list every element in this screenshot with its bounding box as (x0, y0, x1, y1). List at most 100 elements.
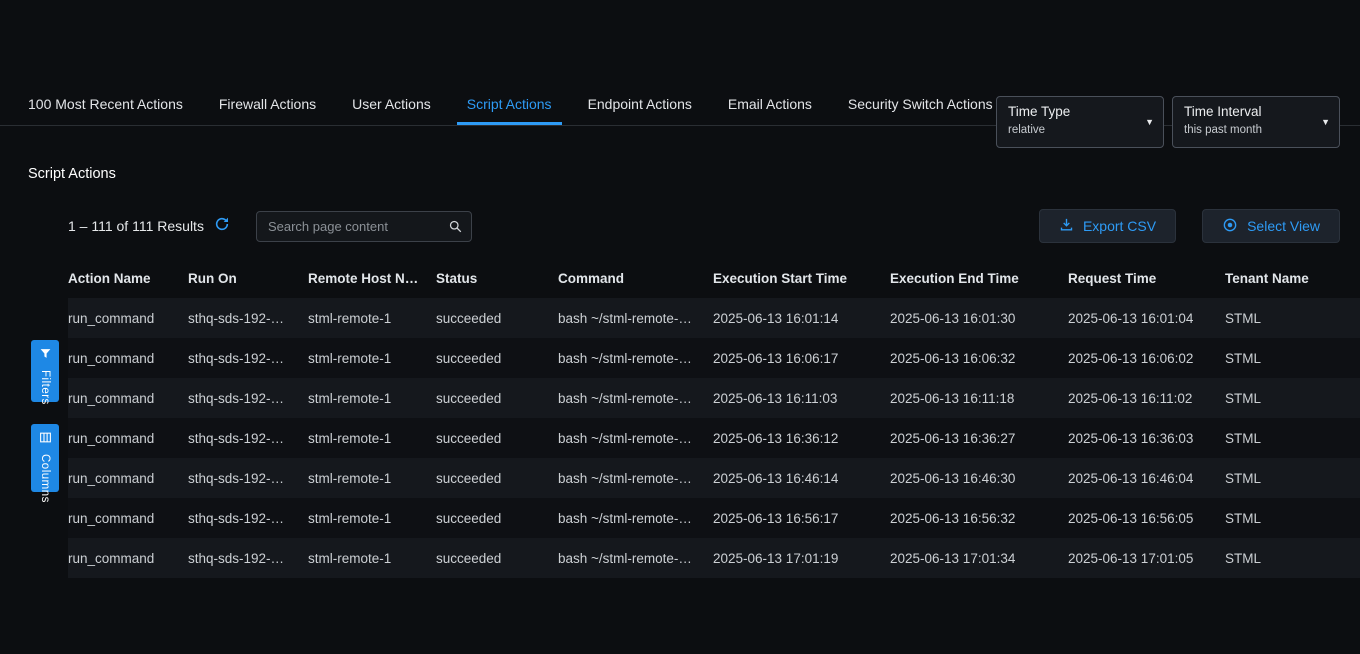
time-controls: Time Type relative ▼ Time Interval this … (996, 96, 1340, 148)
filters-button[interactable]: Filters (31, 340, 59, 402)
table-cell: bash ~/stml-remote-… (558, 551, 713, 566)
search-icon (448, 219, 463, 239)
export-csv-button[interactable]: Export CSV (1039, 209, 1176, 243)
table-cell: sthq-sds-192-… (188, 511, 308, 526)
table-cell: bash ~/stml-remote-… (558, 391, 713, 406)
table-row[interactable]: run_commandsthq-sds-192-…stml-remote-1su… (68, 298, 1360, 338)
tab-script-actions[interactable]: Script Actions (457, 84, 562, 125)
page-title: Script Actions (28, 166, 1360, 182)
time-interval-dropdown[interactable]: Time Interval this past month ▼ (1172, 96, 1340, 148)
table-cell: 2025-06-13 16:11:02 (1068, 391, 1225, 406)
table-cell: 2025-06-13 16:46:14 (713, 471, 890, 486)
column-header[interactable]: Command (558, 271, 713, 286)
table-cell: stml-remote-1 (308, 471, 436, 486)
tab-user-actions[interactable]: User Actions (352, 84, 431, 125)
column-header[interactable]: Tenant Name (1225, 271, 1360, 286)
search-box (256, 211, 472, 242)
table-cell: 2025-06-13 16:01:04 (1068, 311, 1225, 326)
time-type-value: relative (1008, 124, 1139, 136)
chevron-down-icon: ▼ (1145, 117, 1154, 127)
table-cell: 2025-06-13 16:46:04 (1068, 471, 1225, 486)
download-icon (1059, 217, 1074, 235)
table-cell: succeeded (436, 311, 558, 326)
table-cell: STML (1225, 311, 1360, 326)
table-cell: bash ~/stml-remote-… (558, 511, 713, 526)
table-cell: succeeded (436, 431, 558, 446)
table-row[interactable]: run_commandsthq-sds-192-…stml-remote-1su… (68, 538, 1360, 578)
table-cell: run_command (68, 471, 188, 486)
table-cell: 2025-06-13 16:11:03 (713, 391, 890, 406)
table-row[interactable]: run_commandsthq-sds-192-…stml-remote-1su… (68, 418, 1360, 458)
chevron-down-icon: ▼ (1321, 117, 1330, 127)
column-header[interactable]: Execution Start Time (713, 271, 890, 286)
refresh-icon (214, 216, 230, 237)
table-cell: run_command (68, 311, 188, 326)
table-header-row: Action NameRun OnRemote Host N…StatusCom… (68, 258, 1360, 298)
table-cell: stml-remote-1 (308, 511, 436, 526)
table-cell: sthq-sds-192-… (188, 551, 308, 566)
search-input[interactable] (256, 211, 472, 242)
tab-email-actions[interactable]: Email Actions (728, 84, 812, 125)
select-view-button[interactable]: Select View (1202, 209, 1340, 243)
tab-endpoint-actions[interactable]: Endpoint Actions (588, 84, 692, 125)
column-header[interactable]: Action Name (68, 271, 188, 286)
column-header[interactable]: Request Time (1068, 271, 1225, 286)
table-cell: 2025-06-13 16:11:18 (890, 391, 1068, 406)
columns-button[interactable]: Columns (31, 424, 59, 492)
results-count: 1 – 111 of 111 Results (68, 218, 204, 234)
column-header[interactable]: Remote Host N… (308, 271, 436, 286)
column-header[interactable]: Status (436, 271, 558, 286)
table-cell: 2025-06-13 16:06:17 (713, 351, 890, 366)
time-interval-value: this past month (1184, 124, 1315, 136)
table-cell: run_command (68, 431, 188, 446)
table-cell: 2025-06-13 17:01:34 (890, 551, 1068, 566)
table-row[interactable]: run_commandsthq-sds-192-…stml-remote-1su… (68, 458, 1360, 498)
table-cell: sthq-sds-192-… (188, 431, 308, 446)
table-cell: 2025-06-13 16:56:32 (890, 511, 1068, 526)
table-cell: 2025-06-13 16:01:30 (890, 311, 1068, 326)
refresh-button[interactable] (214, 216, 230, 237)
table-body: run_commandsthq-sds-192-…stml-remote-1su… (68, 298, 1360, 578)
table-cell: STML (1225, 431, 1360, 446)
table-cell: succeeded (436, 551, 558, 566)
table-cell: succeeded (436, 471, 558, 486)
time-type-dropdown[interactable]: Time Type relative ▼ (996, 96, 1164, 148)
table-cell: bash ~/stml-remote-… (558, 351, 713, 366)
table-cell: 2025-06-13 17:01:05 (1068, 551, 1225, 566)
table-cell: STML (1225, 511, 1360, 526)
table-row[interactable]: run_commandsthq-sds-192-…stml-remote-1su… (68, 338, 1360, 378)
table-row[interactable]: run_commandsthq-sds-192-…stml-remote-1su… (68, 378, 1360, 418)
time-type-label: Time Type (1008, 104, 1139, 119)
table-cell: STML (1225, 351, 1360, 366)
column-header[interactable]: Execution End Time (890, 271, 1068, 286)
table-cell: succeeded (436, 391, 558, 406)
table-cell: sthq-sds-192-… (188, 471, 308, 486)
table-cell: stml-remote-1 (308, 311, 436, 326)
table-cell: succeeded (436, 511, 558, 526)
table-row[interactable]: run_commandsthq-sds-192-…stml-remote-1su… (68, 498, 1360, 538)
table-cell: bash ~/stml-remote-… (558, 431, 713, 446)
tab-100-most-recent-actions[interactable]: 100 Most Recent Actions (28, 84, 183, 125)
table-cell: STML (1225, 471, 1360, 486)
tab-firewall-actions[interactable]: Firewall Actions (219, 84, 316, 125)
table-cell: 2025-06-13 16:06:02 (1068, 351, 1225, 366)
filters-button-label: Filters (39, 370, 51, 413)
tab-security-switch-actions[interactable]: Security Switch Actions (848, 84, 993, 125)
table-cell: sthq-sds-192-… (188, 311, 308, 326)
table-cell: 2025-06-13 17:01:19 (713, 551, 890, 566)
table-cell: stml-remote-1 (308, 351, 436, 366)
table-cell: 2025-06-13 16:56:05 (1068, 511, 1225, 526)
column-header[interactable]: Run On (188, 271, 308, 286)
table-cell: 2025-06-13 16:06:32 (890, 351, 1068, 366)
table-cell: run_command (68, 551, 188, 566)
toolbar: 1 – 111 of 111 Results Export CSV Select… (0, 208, 1360, 244)
actions-table: Action NameRun OnRemote Host N…StatusCom… (68, 258, 1360, 578)
columns-button-label: Columns (39, 454, 51, 511)
columns-grid-icon (39, 431, 52, 449)
table-cell: run_command (68, 511, 188, 526)
select-view-label: Select View (1247, 218, 1320, 234)
table-cell: 2025-06-13 16:01:14 (713, 311, 890, 326)
table-cell: sthq-sds-192-… (188, 391, 308, 406)
time-interval-label: Time Interval (1184, 104, 1315, 119)
table-cell: STML (1225, 551, 1360, 566)
